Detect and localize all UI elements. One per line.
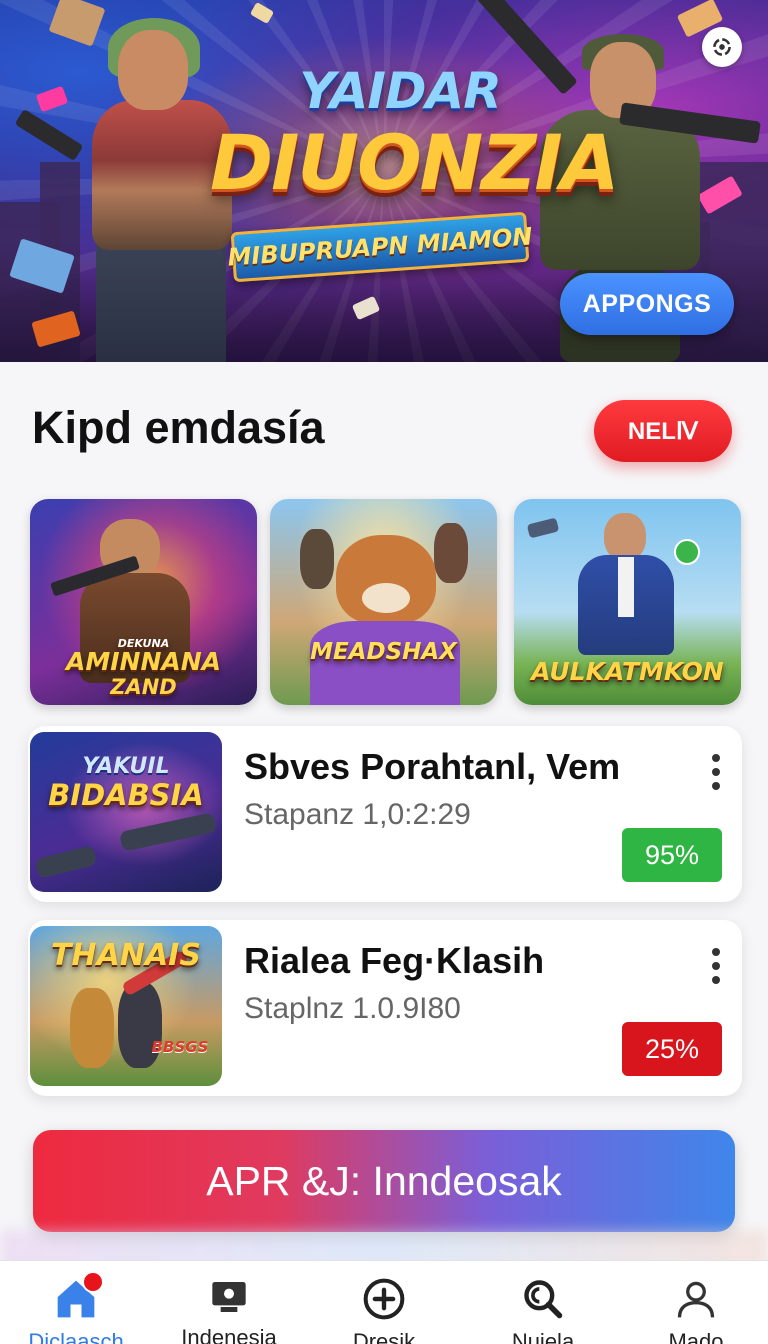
notification-dot bbox=[82, 1271, 104, 1293]
nav-item-display[interactable]: Indenesia bbox=[164, 1261, 294, 1344]
hero-character-left-head bbox=[118, 30, 188, 110]
game-list-item[interactable]: THANAIS BBSGS Rialea Feg·Klasih Staplnz … bbox=[28, 920, 742, 1096]
tile-dog-muzzle bbox=[362, 583, 410, 613]
profile-icon bbox=[672, 1277, 720, 1321]
app-screen: YAIDAR DIUONZIA MIBUPRUAPN MIAMON APPONG… bbox=[0, 0, 768, 1344]
tile-jet bbox=[526, 517, 560, 539]
hero-title-line2: DIUONZIA bbox=[210, 118, 620, 207]
bottom-navigation: Diclaasch Indenesia Dresik Nuiela Mado bbox=[0, 1260, 768, 1344]
game-list-item[interactable]: YAKUIL BIDABSIA Sbves Porahtanl, Vem Sta… bbox=[28, 726, 742, 902]
tile-label: ZAND bbox=[110, 675, 177, 699]
section-title: Kipd emdasía bbox=[32, 402, 325, 453]
more-options-button[interactable] bbox=[698, 946, 734, 986]
hero-ribbon-text: MIBUPRUAPN MIAMON bbox=[226, 222, 534, 272]
game-tile[interactable]: MEADSHAX bbox=[270, 499, 497, 705]
hero-banner[interactable]: YAIDAR DIUONZIA MIBUPRUAPN MIAMON APPONG… bbox=[0, 0, 768, 362]
nav-label: Diclaasch bbox=[28, 1329, 124, 1344]
settings-icon bbox=[713, 38, 731, 56]
tile-label: AMINNANA bbox=[66, 647, 221, 676]
display-icon bbox=[205, 1277, 253, 1317]
game-title: Sbves Porahtanl, Vem bbox=[244, 746, 621, 787]
more-dot bbox=[712, 754, 720, 762]
game-subtitle: Staplnz 1.0.9I80 bbox=[244, 992, 461, 1025]
thumb-label: YAKUIL bbox=[82, 754, 170, 779]
game-tile[interactable]: AULKATMKON bbox=[514, 499, 741, 705]
game-thumbnail: YAKUIL BIDABSIA bbox=[30, 732, 222, 892]
more-dot bbox=[712, 948, 720, 956]
thumb-character bbox=[70, 988, 114, 1068]
percent-badge: 25% bbox=[622, 1022, 722, 1076]
thumb-label: THANAIS bbox=[51, 938, 201, 973]
hero-title-line1: YAIDAR bbox=[299, 62, 501, 120]
tile-label: MEADSHAX bbox=[310, 639, 457, 665]
tile-character-head bbox=[604, 513, 646, 561]
hero-cta-button[interactable]: APPONGS bbox=[560, 273, 734, 335]
tile-globe bbox=[674, 539, 700, 565]
plus-circle-icon bbox=[360, 1277, 408, 1321]
thumb-blaster bbox=[118, 812, 218, 852]
search-icon bbox=[519, 1277, 567, 1321]
nav-label: Indenesia bbox=[181, 1325, 277, 1344]
nav-label: Dresik bbox=[352, 1329, 416, 1344]
percent-badge: 95% bbox=[622, 828, 722, 882]
tile-soldier bbox=[300, 529, 334, 589]
nav-item-profile[interactable]: Mado bbox=[631, 1261, 761, 1344]
thumb-label: BIDABSIA bbox=[48, 778, 204, 812]
more-dot bbox=[712, 782, 720, 790]
tile-label: AULKATMKON bbox=[531, 657, 724, 686]
thumb-label: BBSGS bbox=[151, 1038, 209, 1056]
primary-cta-button[interactable]: APR &J: Inndeosak bbox=[33, 1130, 735, 1232]
tile-soldier bbox=[434, 523, 468, 583]
game-thumbnail: THANAIS BBSGS bbox=[30, 926, 222, 1086]
game-subtitle: Stapanz 1,0:2:29 bbox=[244, 798, 471, 831]
game-title: Rialea Feg·Klasih bbox=[244, 940, 545, 981]
hero-character-left-legs bbox=[96, 240, 226, 362]
new-badge-button[interactable]: NELⅣ bbox=[594, 400, 732, 462]
settings-button[interactable] bbox=[702, 27, 742, 67]
nav-label: Nuiela bbox=[511, 1329, 575, 1344]
nav-item-add[interactable]: Dresik bbox=[319, 1261, 449, 1344]
nav-item-search[interactable]: Nuiela bbox=[478, 1261, 608, 1344]
more-dot bbox=[712, 768, 720, 776]
thumb-blaster bbox=[34, 845, 98, 879]
home-icon bbox=[52, 1271, 104, 1321]
nav-label: Mado bbox=[668, 1329, 724, 1344]
nav-item-home[interactable]: Diclaasch bbox=[11, 1261, 141, 1344]
tile-character-shirt bbox=[618, 557, 634, 617]
more-dot bbox=[712, 962, 720, 970]
more-dot bbox=[712, 976, 720, 984]
game-tile[interactable]: DEKUNA AMINNANA ZAND bbox=[30, 499, 257, 705]
more-options-button[interactable] bbox=[698, 752, 734, 792]
